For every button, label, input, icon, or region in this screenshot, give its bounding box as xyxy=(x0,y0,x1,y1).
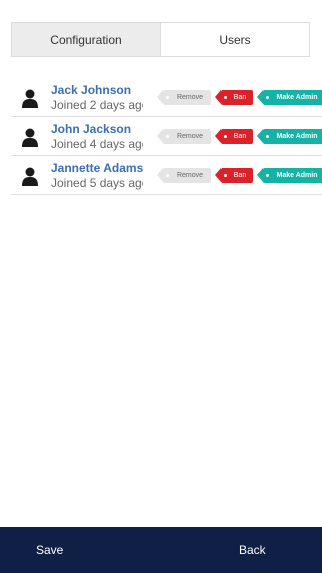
tab-configuration[interactable]: Configuration xyxy=(12,23,161,56)
make-admin-button[interactable]: Make Admin xyxy=(257,168,322,183)
remove-button[interactable]: Remove xyxy=(157,168,211,183)
user-joined-text: Joined 5 days ago xyxy=(51,176,143,190)
make-admin-button[interactable]: Make Admin xyxy=(257,129,322,144)
make-admin-button[interactable]: Make Admin xyxy=(257,90,322,105)
person-icon xyxy=(22,89,38,108)
person-icon xyxy=(22,167,38,186)
user-joined-text: Joined 2 days ago xyxy=(51,98,143,112)
user-row: Jack Johnson Joined 2 days ago Remove Ba… xyxy=(11,78,322,117)
ban-button[interactable]: Ban xyxy=(215,129,253,144)
tab-users[interactable]: Users xyxy=(161,23,309,56)
user-row: John Jackson Joined 4 days ago Remove Ba… xyxy=(11,117,322,156)
person-icon xyxy=(22,128,38,147)
ban-button[interactable]: Ban xyxy=(215,168,253,183)
user-name-link[interactable]: Jack Johnson xyxy=(51,83,143,98)
user-list: Jack Johnson Joined 2 days ago Remove Ba… xyxy=(11,78,322,195)
user-name-link[interactable]: Jannette Adams xyxy=(51,161,143,176)
remove-button[interactable]: Remove xyxy=(157,129,211,144)
user-info: Jack Johnson Joined 2 days ago xyxy=(51,83,143,113)
tab-bar: Configuration Users xyxy=(11,22,310,57)
ban-button[interactable]: Ban xyxy=(215,90,253,105)
back-button[interactable]: Back xyxy=(239,527,266,573)
user-info: John Jackson Joined 4 days ago xyxy=(51,122,143,152)
save-button[interactable]: Save xyxy=(36,527,63,573)
user-name-link[interactable]: John Jackson xyxy=(51,122,143,137)
remove-button[interactable]: Remove xyxy=(157,90,211,105)
user-info: Jannette Adams Joined 5 days ago xyxy=(51,161,143,191)
user-joined-text: Joined 4 days ago xyxy=(51,137,143,151)
footer-bar: Save Back xyxy=(0,527,322,573)
user-row: Jannette Adams Joined 5 days ago Remove … xyxy=(11,156,322,195)
